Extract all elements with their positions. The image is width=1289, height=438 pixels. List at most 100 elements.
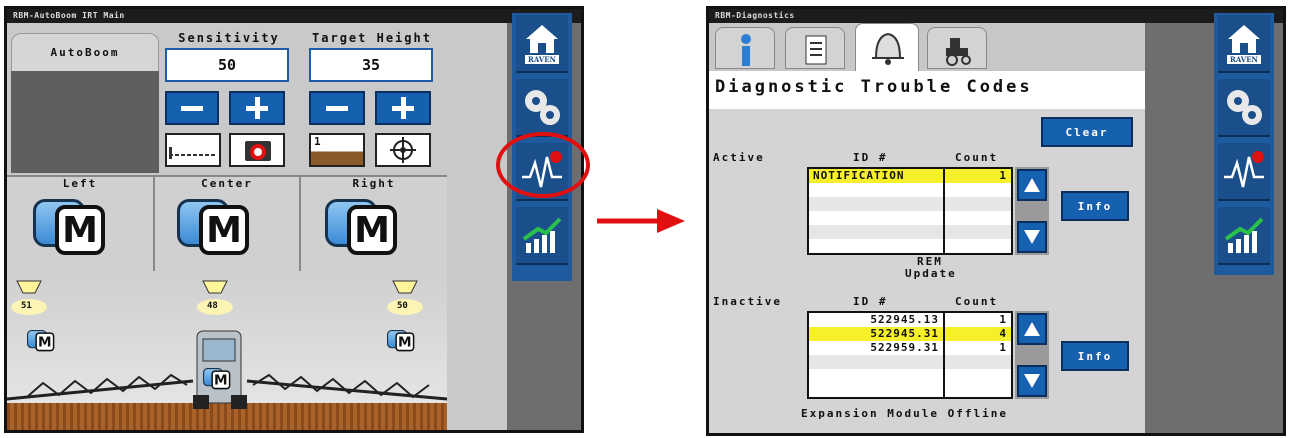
tab-alarms[interactable] — [855, 23, 919, 71]
target-height-decrease-button[interactable] — [309, 91, 365, 125]
transition-arrow — [597, 209, 685, 233]
arrow-up-icon — [1024, 322, 1040, 336]
settings-button[interactable] — [1218, 79, 1270, 137]
camera-icon — [245, 141, 271, 161]
inactive-id-header: ID # — [853, 295, 888, 308]
table-row[interactable]: 522945.31 4 — [809, 327, 1011, 341]
code-count: 1 — [999, 313, 1007, 326]
target-height-increase-button[interactable] — [375, 91, 431, 125]
diagnostics-waveform-icon — [1224, 151, 1264, 188]
active-id-header: ID # — [853, 151, 888, 164]
camera-button[interactable] — [229, 133, 285, 167]
home-button[interactable]: RAVEN — [516, 15, 568, 73]
section-right-label: Right — [352, 177, 396, 190]
code-count: 1 — [999, 169, 1007, 182]
tractor-icon — [946, 38, 971, 66]
preset-number: 1 — [314, 135, 321, 148]
section-left-label: Left — [62, 177, 98, 190]
tab-info[interactable] — [715, 27, 775, 69]
table-row — [809, 355, 1011, 369]
manual-mode-icon: M — [55, 205, 105, 255]
left-gray-panel — [11, 71, 159, 173]
arrow-up-icon — [1024, 178, 1040, 192]
alarm-bell-icon — [872, 32, 904, 65]
active-scroll-up-button[interactable] — [1017, 169, 1047, 201]
table-row — [809, 225, 1011, 239]
sensitivity-increase-button[interactable] — [229, 91, 285, 125]
section-right-mode-button[interactable]: M — [325, 191, 401, 261]
tab-autoboom[interactable]: AutoBoom — [11, 33, 159, 73]
code-id: 522945.31 — [870, 327, 939, 340]
table-row[interactable]: 522959.31 1 — [809, 341, 1011, 355]
gears-icon — [525, 90, 560, 125]
table-row — [809, 369, 1011, 383]
code-id: 522945.13 — [870, 313, 939, 326]
inactive-scroll-down-button[interactable] — [1017, 365, 1047, 397]
active-count-header: Count — [955, 151, 999, 164]
table-row[interactable]: NOTIFICATION 1 — [809, 169, 1011, 183]
active-scroll-down-button[interactable] — [1017, 221, 1047, 253]
right-sensor-height: 50 — [397, 301, 408, 311]
column-divider — [943, 313, 945, 397]
manual-mode-icon: M — [347, 205, 397, 255]
performance-button[interactable] — [516, 207, 568, 265]
heading-bar: Diagnostic Trouble Codes — [709, 71, 1145, 109]
sensitivity-decrease-button[interactable] — [165, 91, 219, 125]
tab-list[interactable] — [785, 27, 845, 69]
tab-autoboom-label: AutoBoom — [50, 46, 120, 59]
sensitivity-value-field[interactable]: 50 — [165, 48, 289, 82]
inactive-info-button[interactable]: Info — [1061, 341, 1129, 371]
boom-level-button[interactable] — [165, 133, 221, 167]
home-icon — [526, 24, 558, 53]
table-row — [809, 183, 1011, 197]
window-title: RBM-Diagnostics — [709, 9, 1283, 23]
target-button[interactable] — [375, 133, 431, 167]
settings-button[interactable] — [516, 79, 568, 137]
left-small-mode-icon: M — [27, 327, 56, 354]
inactive-codes-table[interactable]: 522945.13 1 522945.31 4 522959.31 1 — [807, 311, 1013, 399]
minus-icon — [181, 105, 203, 111]
active-codes-table[interactable]: NOTIFICATION 1 — [807, 167, 1013, 255]
plus-icon — [254, 97, 260, 119]
arrow-down-icon — [1024, 230, 1040, 244]
performance-chart-icon — [1224, 217, 1264, 253]
manual-mode-icon: M — [199, 205, 249, 255]
crosshair-icon — [390, 137, 416, 163]
code-count: 1 — [999, 341, 1007, 354]
target-height-value-field[interactable]: 35 — [309, 48, 433, 82]
section-left-mode-button[interactable]: M — [33, 191, 109, 261]
code-count: 4 — [999, 327, 1007, 340]
column-divider — [943, 169, 945, 253]
home-button[interactable]: RAVEN — [1218, 15, 1270, 73]
performance-button[interactable] — [1218, 207, 1270, 265]
inactive-scroll-up-button[interactable] — [1017, 313, 1047, 345]
tab-machine[interactable] — [927, 27, 987, 69]
diagnostics-screen: RBM-Diagnostics Diagnostic Trouble Codes… — [706, 6, 1286, 436]
arrow-down-icon — [1024, 374, 1040, 388]
active-info-button[interactable]: Info — [1061, 191, 1129, 221]
inactive-count-header: Count — [955, 295, 999, 308]
raven-logo: RAVEN — [1227, 54, 1261, 64]
info-icon — [741, 34, 751, 66]
gears-icon — [1227, 90, 1262, 125]
boom-level-icon — [169, 147, 217, 159]
diagnostics-button[interactable] — [1218, 143, 1270, 201]
clear-button[interactable]: Clear — [1041, 117, 1133, 147]
section-center-mode-button[interactable]: M — [177, 191, 253, 261]
left-sensor-height: 51 — [21, 301, 32, 311]
table-row[interactable]: 522945.13 1 — [809, 313, 1011, 327]
minus-icon — [326, 105, 348, 111]
inactive-label: Inactive — [713, 295, 782, 308]
footer-status: Expansion Module Offline — [801, 407, 1008, 420]
target-height-label: Target Height — [312, 31, 432, 45]
table-row — [809, 211, 1011, 225]
sensitivity-label: Sensitivity — [178, 31, 280, 45]
performance-chart-icon — [522, 217, 562, 253]
plus-icon — [400, 97, 406, 119]
autoboom-main-screen: RBM-AutoBoom IRT Main AutoBoom Sensitivi… — [4, 6, 584, 433]
home-icon — [1228, 24, 1260, 53]
ground-preset-button[interactable]: 1 — [309, 133, 365, 167]
diagnostics-callout-circle — [496, 132, 590, 198]
source-status: Update — [905, 267, 957, 280]
side-navigation: RAVEN — [1214, 13, 1274, 275]
